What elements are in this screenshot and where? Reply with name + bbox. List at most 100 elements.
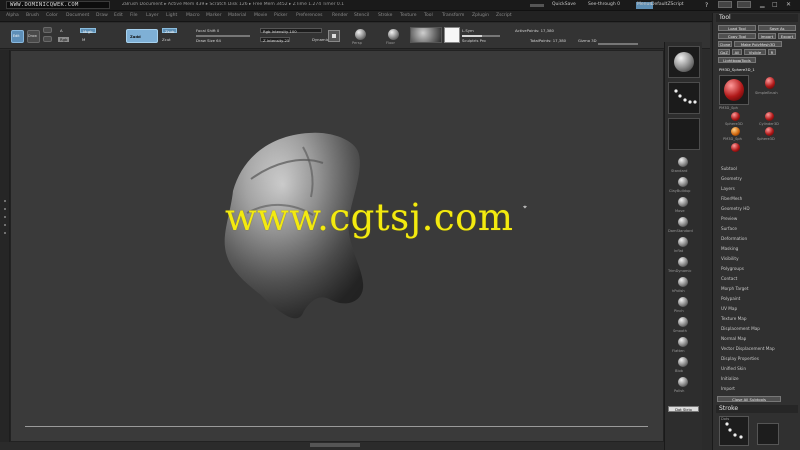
copy-tool-button[interactable]: Copy Tool	[718, 33, 756, 39]
brush-standard-icon[interactable]	[678, 157, 688, 167]
bottom-tray-handle[interactable]	[310, 443, 360, 447]
dynamic-toggle[interactable]	[328, 30, 340, 42]
tool-menu-item[interactable]: Subtool	[721, 166, 737, 171]
extra-thumb-icon[interactable]	[731, 143, 740, 152]
simplebrush-thumb-icon[interactable]	[765, 77, 775, 89]
tool-thumb[interactable]	[719, 75, 749, 105]
close-icon[interactable]: ✕	[786, 1, 791, 8]
tool-menu-item[interactable]: UV Map	[721, 306, 737, 311]
brush-pinch-icon[interactable]	[678, 297, 688, 307]
close-all-subtools-button[interactable]: Close All Subtools	[717, 396, 781, 402]
draw-button[interactable]: Draw	[27, 30, 40, 43]
brush-trimdynamic-icon[interactable]	[678, 257, 688, 267]
menu-item[interactable]: Color	[46, 13, 58, 18]
rgb-intensity-field[interactable]: Rgb Intensity 100	[260, 28, 322, 34]
zsub-button[interactable]: Zsub	[162, 28, 178, 34]
scale-button[interactable]	[43, 36, 52, 42]
pm3d-thumb-icon[interactable]	[731, 127, 740, 136]
quicksave-button[interactable]: QuickSave	[552, 2, 576, 9]
stroke-sphere-icon[interactable]	[388, 29, 399, 40]
tool-menu-item[interactable]: Layers	[721, 186, 735, 191]
see-through-slider[interactable]: See-through 0	[588, 2, 620, 9]
tool-menu-item[interactable]: FiberMesh	[721, 196, 742, 201]
menu-item[interactable]: Picker	[274, 13, 287, 18]
menu-item[interactable]: Material	[228, 13, 246, 18]
tool-menu-item[interactable]: Masking	[721, 246, 738, 251]
stroke-preview[interactable]	[757, 423, 779, 445]
brush-smooth-icon[interactable]	[678, 317, 688, 327]
draw-size-slider[interactable]: Draw Size 64	[196, 38, 221, 43]
tool-menu-item[interactable]: Deformation	[721, 236, 747, 241]
focal-shift-track[interactable]	[196, 35, 250, 37]
brush-sphere-icon[interactable]	[355, 29, 366, 40]
edit-button[interactable]: Edit	[11, 30, 24, 43]
menu-item[interactable]: Transform	[442, 13, 464, 18]
brush-inflat-icon[interactable]	[678, 237, 688, 247]
clone-button[interactable]: Clone	[718, 41, 732, 47]
brush-hpolish-icon[interactable]	[678, 277, 688, 287]
lsym-label[interactable]: L.Sym	[462, 28, 474, 33]
move-button[interactable]	[43, 27, 52, 33]
brush-polish-icon[interactable]	[678, 377, 688, 387]
tool-menu-item[interactable]: Vector Displacement Map	[721, 346, 775, 351]
z-intensity-field[interactable]: Z Intensity 25	[260, 37, 290, 43]
menu-item[interactable]: Preferences	[296, 13, 322, 18]
cylinder3d-thumb-icon[interactable]	[765, 112, 774, 121]
help-icon[interactable]: ?	[705, 2, 708, 9]
gizmo-label[interactable]: Gizmo 3D	[578, 38, 597, 43]
menu-item[interactable]: File	[130, 13, 138, 18]
lightbox-tools-button[interactable]: Lightbox▸Tools	[718, 57, 756, 63]
menu-item[interactable]: Marker	[206, 13, 222, 18]
tool-menu-item[interactable]: Surface	[721, 226, 737, 231]
menu-item[interactable]: Tool	[424, 13, 433, 18]
tool-menu-item[interactable]: Unified Skin	[721, 366, 746, 371]
tool-header[interactable]: Tool	[716, 14, 798, 22]
tool-menu-item[interactable]: Polypaint	[721, 296, 740, 301]
sculptris-label[interactable]: Sculptris Pro	[462, 38, 486, 43]
tool-menu-item[interactable]: Import	[721, 386, 735, 391]
tool-menu-item[interactable]: Geometry HD	[721, 206, 750, 211]
tool-menu-item[interactable]: Visibility	[721, 256, 739, 261]
layout-icon[interactable]	[718, 1, 732, 8]
material-swatch[interactable]	[410, 27, 442, 43]
tool-menu-item[interactable]: Initialize	[721, 376, 739, 381]
tool-menu-item[interactable]: Texture Map	[721, 316, 747, 321]
tool-menu-item[interactable]: Preview	[721, 216, 737, 221]
brush-move-icon[interactable]	[678, 197, 688, 207]
menu-item[interactable]: Stencil	[354, 13, 369, 18]
sphere3d-thumb-icon[interactable]	[731, 112, 740, 121]
menu-item[interactable]: Render	[332, 13, 348, 18]
tool-menu-item[interactable]: Contact	[721, 276, 737, 281]
brush-damstandard-icon[interactable]	[678, 217, 688, 227]
r-button[interactable]: R	[768, 49, 776, 55]
menu-item[interactable]: Zscript	[496, 13, 512, 18]
tool-menu-item[interactable]: Morph Target	[721, 286, 749, 291]
goz-button[interactable]: GoZ	[718, 49, 730, 55]
maximize-icon[interactable]: □	[772, 1, 778, 8]
brush-claybuildup-icon[interactable]	[678, 177, 688, 187]
menu-item[interactable]: Brush	[26, 13, 39, 18]
current-stroke-tile[interactable]	[668, 82, 700, 114]
left-tray[interactable]	[0, 50, 10, 442]
viewport-canvas[interactable]	[10, 50, 664, 442]
m-button[interactable]: M	[82, 37, 85, 42]
menu-item[interactable]: Light	[166, 13, 177, 18]
brush-flatten-icon[interactable]	[678, 337, 688, 347]
make-polymesh-button[interactable]: Make PolyMesh3D	[734, 41, 782, 47]
menu-item[interactable]: Layer	[146, 13, 159, 18]
default-zscript-button[interactable]: DefaultZScript	[651, 2, 684, 9]
all-button[interactable]: All	[732, 49, 742, 55]
gizmo-track[interactable]	[598, 43, 638, 45]
sphere3d-2-thumb-icon[interactable]	[765, 127, 774, 136]
menu-item[interactable]: Movie	[254, 13, 267, 18]
import-button[interactable]: Import	[758, 33, 776, 39]
tool-menu-item[interactable]: Displacement Map	[721, 326, 760, 331]
brush-blob-icon[interactable]	[678, 357, 688, 367]
dot-strip-button[interactable]: Dot Strip	[668, 406, 699, 412]
menu-item[interactable]: Texture	[400, 13, 416, 18]
menu-item[interactable]: Alpha	[6, 13, 19, 18]
save-as-button[interactable]: Save As	[758, 25, 796, 31]
zcut-button[interactable]: Zcut	[162, 37, 171, 42]
menu-item[interactable]: Macro	[186, 13, 200, 18]
stroke-header[interactable]: Stroke	[716, 405, 798, 413]
